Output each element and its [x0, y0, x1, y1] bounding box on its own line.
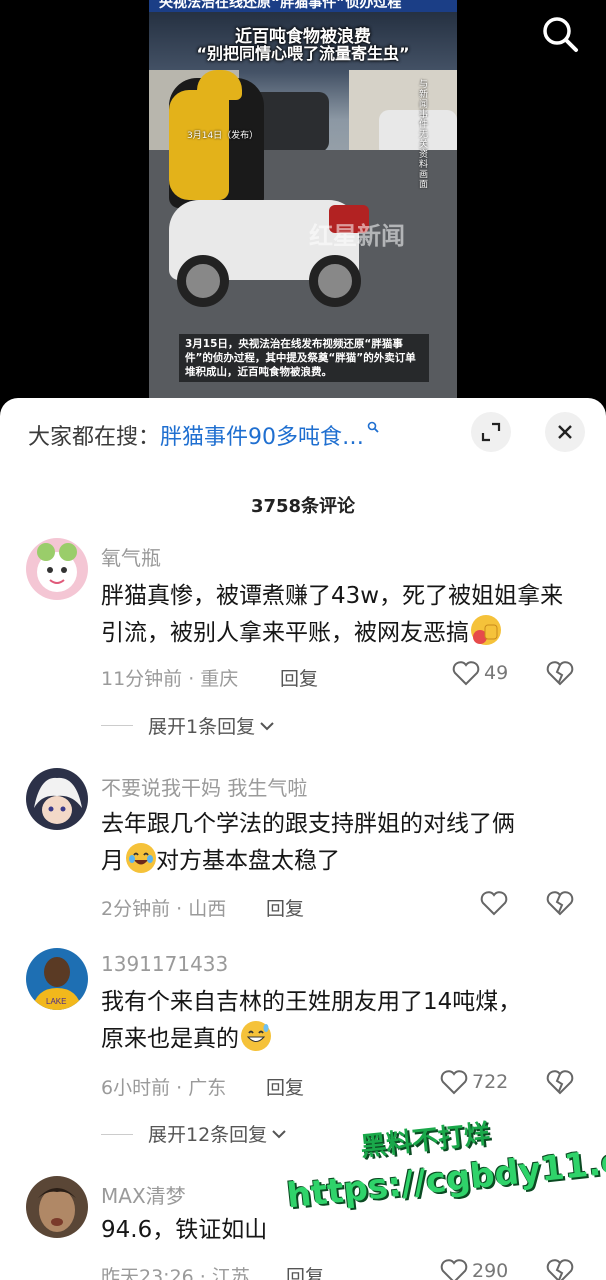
video-title-line2: “别把同情心喂了流量寄生虫” [196, 44, 410, 63]
heart-icon [440, 1070, 468, 1095]
video-caption: 3月15日，央视法治在线发布视频还原“胖猫事件”的侦办过程，其中提及祭奠“胖猫”… [179, 334, 429, 382]
heart-icon [452, 661, 480, 686]
search-icon [543, 17, 578, 52]
dislike-button[interactable] [546, 1258, 574, 1280]
like-button[interactable]: 290 [440, 1258, 508, 1280]
expand-replies-label: 展开1条回复 [148, 716, 256, 738]
comment-time-location: 11分钟前 · 重庆 [101, 668, 239, 690]
video-frame: 央视法治在线还原“胖猫事件”侦办过程 近百吨食物被浪费 “别把同情心喂了流量寄生… [149, 0, 457, 400]
close-icon [558, 425, 572, 439]
comment-item: 氧气瓶 胖猫真惨，被谭煮赚了43w，死了被姐姐拿来引流，被别人拿来平账，被网友恶… [0, 538, 606, 738]
trending-search[interactable]: 大家都在搜： 胖猫事件90多吨食… [28, 418, 379, 452]
reply-button[interactable]: 回复 [280, 664, 318, 691]
video-watermark: 红星新闻 [309, 222, 405, 250]
comment-time-location: 2分钟前 · 山西 [101, 898, 227, 920]
chevron-down-icon [260, 721, 274, 730]
like-button[interactable]: 49 [452, 660, 508, 686]
broken-heart-icon [546, 661, 574, 686]
like-button[interactable] [480, 890, 508, 916]
expand-replies-label: 展开12条回复 [148, 1124, 268, 1146]
comment-sheet: 大家都在搜： 胖猫事件90多吨食… 3758条评论 氧气瓶 胖猫真惨，被谭煮赚了… [0, 398, 606, 1280]
comment-text: 去年跟几个学法的跟支持胖姐的对线了俩 月对方基本盘太稳了 [101, 811, 515, 874]
comment-username[interactable]: 氧气瓶 [101, 542, 161, 571]
search-icon [367, 421, 379, 437]
broken-heart-icon [546, 1259, 574, 1280]
comment-count: 3758条评论 [250, 496, 356, 517]
scooter-wheel [309, 255, 361, 307]
comment-time-location: 6小时前 · 广东 [101, 1077, 227, 1099]
crying-laugh-emoji [126, 843, 156, 873]
like-count: 290 [472, 1260, 509, 1280]
broken-heart-icon [546, 891, 574, 916]
rider-helmet [197, 70, 242, 100]
divider-line [101, 1134, 133, 1135]
divider-line [101, 725, 133, 726]
reply-button[interactable]: 回复 [286, 1262, 324, 1280]
video-side-note: 与新闻事件无关 资料画面 [419, 80, 429, 190]
expand-replies-button[interactable]: 展开12条回复 [148, 1120, 288, 1147]
rider-jacket [169, 90, 229, 200]
trending-search-term[interactable]: 胖猫事件90多吨食… [160, 419, 364, 451]
avatar[interactable] [26, 768, 88, 830]
avatar[interactable]: LAKE [26, 948, 88, 1010]
comment-username[interactable]: 1391171433 [101, 952, 228, 976]
comment-text: 94.6，铁证如山 [101, 1217, 268, 1243]
comment-text: 胖猫真惨，被谭煮赚了43w，死了被姐姐拿来引流，被别人拿来平账，被网友恶搞 [101, 583, 564, 646]
chevron-down-icon [272, 1129, 286, 1138]
dislike-button[interactable] [546, 660, 574, 690]
heart-icon [480, 891, 508, 916]
scooter-wheel [177, 255, 229, 307]
comment-text: 我有个来自吉林的王姓朋友用了14吨煤， 原来也是真的 [101, 989, 522, 1052]
dislike-button[interactable] [546, 890, 574, 920]
video-headline-top: 央视法治在线还原“胖猫事件”侦办过程 [159, 0, 402, 11]
video-date-tag: 3月14日（发布） [187, 131, 259, 141]
comment-username[interactable]: 不要说我干妈 我生气啦 [101, 772, 307, 801]
like-count: 49 [484, 662, 509, 684]
close-button[interactable] [545, 412, 585, 452]
comment-time-location: 昨天23:26 · 江苏 [101, 1266, 250, 1280]
trending-search-prefix: 大家都在搜： [28, 425, 161, 450]
expand-icon [481, 422, 501, 442]
thumbs-up-emoji [471, 615, 501, 645]
comment-item: 不要说我干妈 我生气啦 去年跟几个学法的跟支持胖姐的对线了俩 月对方基本盘太稳了… [0, 768, 606, 938]
expand-fullscreen-button[interactable] [471, 412, 511, 452]
like-button[interactable]: 722 [440, 1069, 508, 1095]
expand-replies-button[interactable]: 展开1条回复 [148, 712, 276, 739]
avatar[interactable] [26, 1176, 88, 1238]
comment-item: LAKE 1391171433 我有个来自吉林的王姓朋友用了14吨煤， 原来也是… [0, 948, 606, 1148]
avatar[interactable] [26, 538, 88, 600]
video-player[interactable]: 央视法治在线还原“胖猫事件”侦办过程 近百吨食物被浪费 “别把同情心喂了流量寄生… [0, 0, 606, 400]
dislike-button[interactable] [546, 1069, 574, 1099]
heart-icon [440, 1259, 468, 1280]
like-count: 722 [472, 1071, 509, 1093]
grin-sweat-emoji [241, 1021, 271, 1051]
comment-username[interactable]: MAX清梦 [101, 1180, 186, 1209]
reply-button[interactable]: 回复 [266, 894, 304, 921]
search-button[interactable] [538, 12, 582, 56]
reply-button[interactable]: 回复 [266, 1073, 304, 1100]
svg-text:LAKE: LAKE [46, 997, 66, 1006]
broken-heart-icon [546, 1070, 574, 1095]
